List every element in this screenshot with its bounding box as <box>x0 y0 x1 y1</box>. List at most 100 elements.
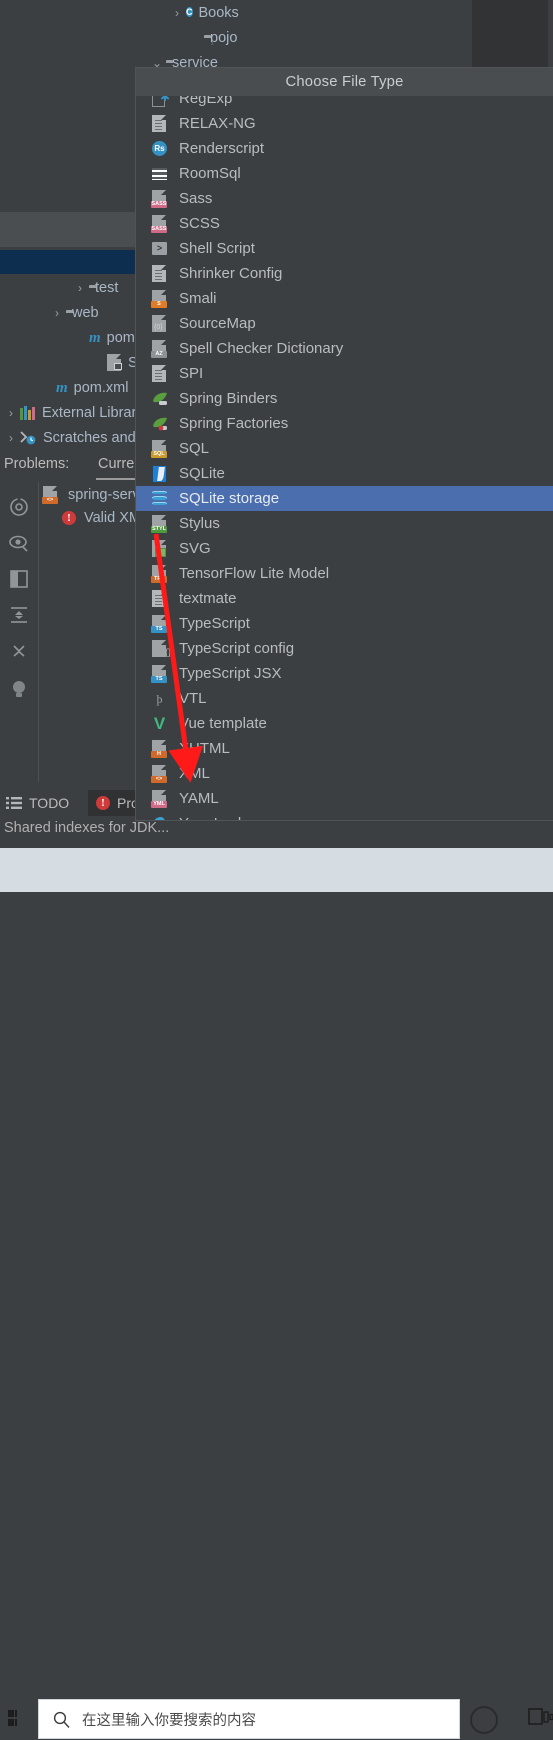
file-type-item[interactable]: H XHTML <box>136 736 553 761</box>
problems-panel-divider <box>38 482 39 782</box>
tsconfig-icon: {} <box>151 639 171 658</box>
file-type-item[interactable]: TS TypeScript JSX <box>136 661 553 686</box>
tree-node[interactable]: › External Libraries <box>4 400 155 425</box>
file-type-item[interactable]: SPI <box>136 361 553 386</box>
file-type-item[interactable]: SQL SQL <box>136 436 553 461</box>
tree-node[interactable]: › C Books <box>170 0 239 25</box>
file-type-item[interactable]: ✱ RegExp <box>136 96 553 111</box>
file-type-label: RegExp <box>179 96 233 107</box>
file-type-label: Renderscript <box>179 140 265 157</box>
class-icon: C <box>186 7 193 17</box>
tree-node-label: Books <box>198 4 239 21</box>
search-placeholder: 在这里输入你要搜索的内容 <box>82 1712 256 1729</box>
choose-file-type-dialog[interactable]: Choose File Type ✱ RegExp RELAX-NG Rs Render… <box>136 68 553 820</box>
file-type-item[interactable]: Rs Renderscript <box>136 136 553 161</box>
cortana-button[interactable] <box>470 1706 498 1734</box>
file-type-item[interactable]: RELAX-NG <box>136 111 553 136</box>
document-icon <box>152 114 166 132</box>
file-type-item[interactable]: <> XML <box>136 761 553 786</box>
renderscript-icon: Rs <box>152 140 167 156</box>
file-type-item[interactable]: Spring Factories <box>136 411 553 436</box>
file-type-label: textmate <box>179 590 237 607</box>
file-type-item[interactable]: Shrinker Config <box>136 261 553 286</box>
file-type-label: VTL <box>179 690 207 707</box>
tree-node[interactable]: › web <box>50 300 99 325</box>
file-type-item[interactable]: STYL Stylus <box>136 511 553 536</box>
windows-taskbar: 在这里输入你要搜索的内容 <box>0 848 553 1739</box>
file-type-item[interactable]: SQLite storage <box>136 486 553 511</box>
roomsql-icon <box>152 167 167 180</box>
yarn-lock-icon <box>153 816 166 820</box>
file-type-item[interactable]: Yarn Lock <box>136 811 553 820</box>
start-button[interactable] <box>0 1696 40 1740</box>
chevron-right-icon[interactable]: › <box>50 306 64 320</box>
file-type-item[interactable]: {0} SourceMap <box>136 311 553 336</box>
file-type-label: SVG <box>179 540 211 557</box>
maven-file-icon: m <box>89 329 101 346</box>
lightbulb-icon[interactable] <box>8 678 30 700</box>
chevron-right-icon[interactable]: › <box>4 406 18 420</box>
file-type-item[interactable]: SASS Sass <box>136 186 553 211</box>
file-type-item[interactable]: SQLite <box>136 461 553 486</box>
collapse-all-icon[interactable] <box>8 604 30 626</box>
yarn-icon <box>151 815 169 820</box>
file-type-item[interactable]: AZ Spell Checker Dictionary <box>136 336 553 361</box>
file-type-item[interactable]: TFL TensorFlow Lite Model <box>136 561 553 586</box>
file-type-label: TensorFlow Lite Model <box>179 565 330 582</box>
inspect-icon[interactable] <box>8 496 30 518</box>
tool-tab-todo[interactable]: TODO <box>6 790 69 816</box>
file-type-item[interactable]: textmate <box>136 586 553 611</box>
dialog-titlebar: Choose File Type <box>136 68 553 96</box>
document-icon <box>152 589 166 607</box>
file-type-item[interactable]: SVG <box>136 536 553 561</box>
file-type-label: XML <box>179 765 210 782</box>
chevron-right-icon[interactable]: › <box>170 6 184 20</box>
file-type-item[interactable]: {} TypeScript config <box>136 636 553 661</box>
file-type-item[interactable]: YML YAML <box>136 786 553 811</box>
sqlite-icon <box>153 465 166 482</box>
spring-icon <box>151 390 169 408</box>
file-type-label: SQL <box>179 440 210 457</box>
database-icon <box>152 490 167 506</box>
search-input[interactable]: 在这里输入你要搜索的内容 <box>38 1699 460 1739</box>
doc-badge-icon: TS <box>151 664 169 683</box>
file-type-item[interactable]: S Smali <box>136 286 553 311</box>
split-panel-icon[interactable] <box>8 568 30 590</box>
file-type-label: SourceMap <box>179 315 256 332</box>
error-icon: ! <box>62 511 76 525</box>
iml-file-icon <box>106 354 122 371</box>
eye-icon[interactable] <box>8 532 30 554</box>
file-type-label: Shrinker Config <box>179 265 283 282</box>
file-type-item[interactable]: TS TypeScript <box>136 611 553 636</box>
doc-badge-icon: H <box>151 739 169 758</box>
document-icon <box>152 364 166 382</box>
tsconfig-icon <box>152 639 166 657</box>
file-type-list[interactable]: ✱ RegExp RELAX-NG Rs Renderscript RoomSql SASS… <box>136 96 553 820</box>
spring-icon <box>153 417 167 430</box>
file-type-item[interactable]: > Shell Script <box>136 236 553 261</box>
file-type-item[interactable]: RoomSql <box>136 161 553 186</box>
chevron-right-icon[interactable]: › <box>73 281 87 295</box>
task-view-button[interactable] <box>528 1704 553 1730</box>
tree-node[interactable]: pojo <box>188 25 237 50</box>
doc-badge-icon: S <box>151 289 169 308</box>
file-type-item[interactable]: SASS SCSS <box>136 211 553 236</box>
tree-node-label: pojo <box>210 29 238 46</box>
expand-all-icon[interactable] <box>8 640 30 662</box>
doc-badge-icon: TS <box>151 614 169 633</box>
shell-icon: > <box>151 240 169 258</box>
document-icon <box>152 264 166 282</box>
tree-node[interactable]: m pom.xml <box>40 375 128 400</box>
doc-lines-icon <box>151 264 169 283</box>
file-type-item[interactable]: þ VTL <box>136 686 553 711</box>
database-icon <box>151 490 169 508</box>
tree-node[interactable]: › test <box>73 275 118 300</box>
file-type-item[interactable]: Spring Binders <box>136 386 553 411</box>
shell-script-icon: > <box>152 241 167 255</box>
chevron-right-icon[interactable]: › <box>4 431 18 445</box>
file-type-item[interactable]: V Vue template <box>136 711 553 736</box>
problems-icon: ! <box>96 796 110 810</box>
tree-node-label: web <box>72 304 99 321</box>
spring-icon <box>153 392 167 405</box>
doc-badge-icon: SASS <box>151 189 169 208</box>
